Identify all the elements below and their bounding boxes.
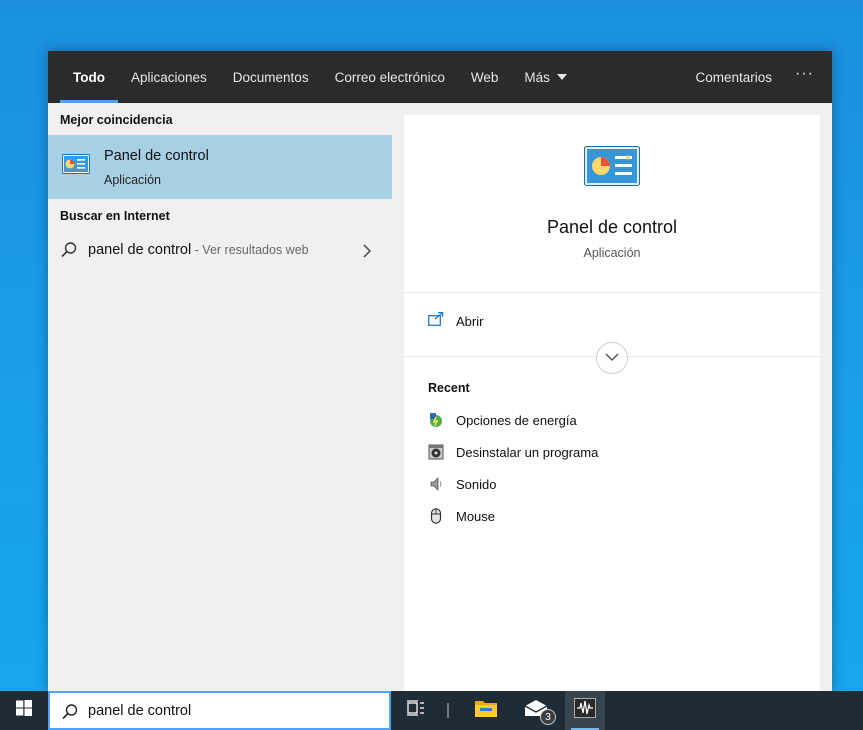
best-match-subtitle: Aplicación [104,173,161,187]
open-label: Abrir [456,314,484,329]
tab-label: Aplicaciones [130,69,207,85]
uninstall-program-icon [428,444,444,460]
search-query: panel de control [88,703,192,719]
tab-more[interactable]: Más [511,51,580,103]
tab-label: Web [470,69,499,85]
control-panel-large-icon [584,146,640,191]
recent-item-uninstall[interactable]: Desinstalar un programa [428,444,598,460]
recent-item-label: Sonido [456,476,497,492]
tab-label: Más [524,69,550,85]
search-icon [61,703,79,726]
folder-icon [474,698,498,723]
feedback-button[interactable]: Comentarios [682,51,785,103]
notification-badge: 3 [540,709,556,725]
search-flyout: Todo Aplicaciones Documentos Correo elec… [48,51,832,691]
power-options-icon [428,412,444,428]
recent-item-mouse[interactable]: Mouse [428,508,495,524]
expand-button[interactable] [596,342,628,374]
divider [404,292,820,293]
best-match-heading: Mejor coincidencia [60,113,173,127]
tab-apps[interactable]: Aplicaciones [118,51,220,103]
recent-item-sound[interactable]: Sonido [428,476,496,492]
windows-logo-icon [16,700,32,721]
tab-email[interactable]: Correo electrónico [322,51,458,103]
tab-label: Todo [73,69,105,85]
control-panel-icon [62,154,90,179]
file-explorer-button[interactable] [466,691,506,730]
best-match-title: Panel de control [104,148,209,164]
feedback-label: Comentarios [695,69,773,85]
tab-web[interactable]: Web [458,51,512,103]
tab-documents[interactable]: Documentos [220,51,322,103]
recent-item-label: Mouse [456,508,496,524]
task-view-button[interactable] [400,691,432,730]
task-view-icon [407,700,425,721]
taskbar-separator [447,703,449,718]
preview-app-type: Aplicación [583,246,641,260]
web-search-result[interactable]: panel de control - Ver resultados web [48,233,392,269]
web-result-suffix: - Ver resultados web [191,243,309,257]
search-tabs: Todo Aplicaciones Documentos Correo elec… [48,51,832,103]
preview-pane: Panel de control Aplicación Abrir Recent… [404,115,820,691]
sound-icon [428,476,444,492]
mouse-icon [428,508,444,524]
start-button[interactable] [0,691,48,730]
audio-waveform-app-icon [574,698,596,723]
open-action[interactable]: Abrir [428,311,484,331]
web-result-query: panel de control [88,242,192,258]
recent-item-label: Desinstalar un programa [456,444,599,460]
open-icon [428,311,444,331]
tab-all[interactable]: Todo [60,51,118,103]
caret-down-icon [556,74,567,80]
best-match-item[interactable]: Panel de control Aplicación [48,135,392,199]
chevron-down-icon [604,349,620,367]
recent-item-label: Opciones de energía [456,412,577,428]
chevron-right-icon[interactable] [362,243,372,264]
web-search-heading: Buscar en Internet [60,209,170,223]
taskbar-search-input[interactable]: panel de control [48,691,391,730]
search-icon [60,241,78,264]
taskbar: panel de control 3 [0,691,863,730]
results-pane: Mejor coincidencia Panel de control Apli… [48,103,404,691]
more-options-button[interactable]: ··· [785,51,832,103]
terminal-app-button[interactable] [565,691,605,730]
recent-item-power-options[interactable]: Opciones de energía [428,412,577,428]
tab-label: Correo electrónico [334,69,445,85]
preview-app-name: Panel de control [546,217,678,237]
tab-label: Documentos [232,69,309,85]
recent-heading: Recent [428,381,470,395]
ellipsis-icon: ··· [795,65,814,82]
web-result-text: panel de control - Ver resultados web [88,242,309,258]
